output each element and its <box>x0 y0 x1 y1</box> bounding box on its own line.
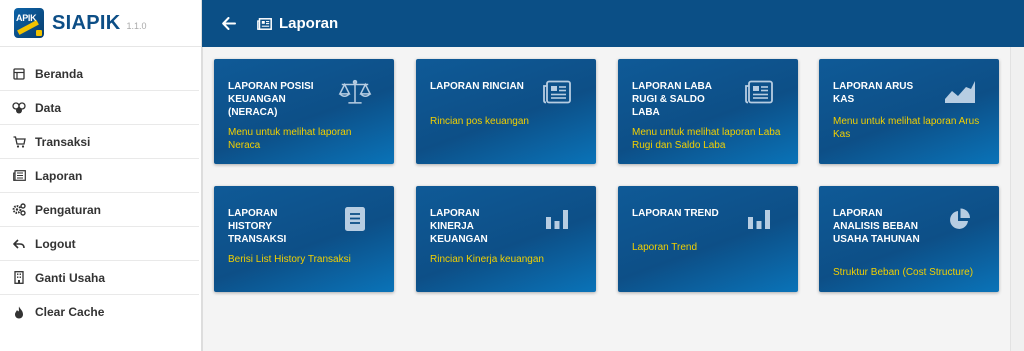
sidebar-item-label: Ganti Usaha <box>35 270 106 285</box>
gears-icon <box>12 203 26 217</box>
app-logo: APIK <box>14 8 44 38</box>
sidebar-item-label: Beranda <box>35 66 84 81</box>
sidebar-item-label: Clear Cache <box>35 305 105 319</box>
card-description: Rincian Kinerja keuangan <box>430 254 544 265</box>
report-card-trend[interactable]: LAPORAN TREND Laporan Trend <box>618 186 798 292</box>
cart-icon <box>12 135 26 149</box>
sidebar-item-clear-cache[interactable]: Clear Cache <box>0 295 199 329</box>
card-description: Menu untuk melihat laporan Arus Kas <box>833 116 980 140</box>
area-chart-icon <box>943 78 977 106</box>
newspaper-icon <box>742 78 776 106</box>
sidebar-item-label: Logout <box>35 236 76 251</box>
sidebar-item-ganti-usaha[interactable]: Ganti Usaha <box>0 261 199 295</box>
logout-icon <box>12 237 26 251</box>
sidebar-item-label: Pengaturan <box>35 202 102 217</box>
sidebar-item-transaksi[interactable]: Transaksi <box>0 125 199 159</box>
card-description: Rincian pos keuangan <box>430 116 529 127</box>
report-card-neraca[interactable]: LAPORAN POSISI KEUANGAN (NERACA) Menu un… <box>214 59 394 164</box>
home-icon <box>12 67 26 81</box>
brand[interactable]: APIK SIAPIK 1.1.0 <box>0 0 201 47</box>
card-title: LAPORAN RINCIAN <box>430 81 524 92</box>
scrollbar[interactable] <box>1010 47 1024 351</box>
logo-dot <box>36 30 42 36</box>
card-title: LAPORAN ARUS KAS <box>833 81 914 105</box>
card-description: Menu untuk melihat laporan Laba Rugi dan… <box>632 127 781 151</box>
card-title: LAPORAN HISTORY TRANSAKSI <box>228 208 287 245</box>
card-title: LAPORAN KINERJA KEUANGAN <box>430 208 488 245</box>
sidebar-item-beranda[interactable]: Beranda <box>0 57 199 91</box>
card-description: Menu untuk melihat laporan Neraca <box>228 127 352 151</box>
sidebar-item-laporan[interactable]: Laporan <box>0 159 199 193</box>
app-version: 1.1.0 <box>126 21 147 31</box>
bar-chart-icon <box>540 205 574 233</box>
sidebar-item-data[interactable]: Data <box>0 91 199 125</box>
document-icon <box>338 205 372 233</box>
sidebar-item-pengaturan[interactable]: Pengaturan <box>0 193 199 227</box>
card-title: LAPORAN LABA RUGI & SALDO LABA <box>632 81 712 118</box>
report-card-rincian[interactable]: LAPORAN RINCIAN Rincian pos keuangan <box>416 59 596 164</box>
main-content: LAPORAN POSISI KEUANGAN (NERACA) Menu un… <box>202 47 1024 351</box>
newspaper-icon <box>540 78 574 106</box>
report-card-arus-kas[interactable]: LAPORAN ARUS KAS Menu untuk melihat lapo… <box>819 59 999 164</box>
sidebar-item-logout[interactable]: Logout <box>0 227 199 261</box>
back-arrow-icon[interactable] <box>219 14 239 34</box>
top-bar: Laporan <box>202 0 1024 47</box>
card-description: Laporan Trend <box>632 242 698 253</box>
report-icon <box>257 16 273 32</box>
report-icon <box>12 169 26 183</box>
card-description: Struktur Beban (Cost Structure) <box>833 267 974 278</box>
report-card-analisis-beban[interactable]: LAPORAN ANALISIS BEBAN USAHA TAHUNAN Str… <box>819 186 999 292</box>
bar-chart-icon <box>742 205 776 233</box>
report-card-kinerja-keuangan[interactable]: LAPORAN KINERJA KEUANGAN Rincian Kinerja… <box>416 186 596 292</box>
fire-icon <box>12 305 26 319</box>
pie-chart-icon <box>943 205 977 233</box>
card-title: LAPORAN POSISI KEUANGAN (NERACA) <box>228 81 314 118</box>
page-title: Laporan <box>279 15 339 32</box>
data-icon <box>12 101 26 115</box>
balance-scale-icon <box>338 78 372 106</box>
sidebar-menu: Beranda Data Transaksi Laporan Pengatura… <box>0 47 201 329</box>
sidebar-item-label: Transaksi <box>35 134 91 149</box>
card-description: Berisi List History Transaksi <box>228 254 351 265</box>
sidebar-item-label: Laporan <box>35 168 83 183</box>
sidebar-item-label: Data <box>35 100 62 115</box>
app-root: APIK SIAPIK 1.1.0 Beranda Data Transaksi… <box>0 0 1024 351</box>
building-icon <box>12 271 26 285</box>
app-name: SIAPIK <box>52 11 121 34</box>
report-card-history-transaksi[interactable]: LAPORAN HISTORY TRANSAKSI Berisi List Hi… <box>214 186 394 292</box>
card-title: LAPORAN ANALISIS BEBAN USAHA TAHUNAN <box>833 208 920 245</box>
sidebar: APIK SIAPIK 1.1.0 Beranda Data Transaksi… <box>0 0 202 351</box>
card-title: LAPORAN TREND <box>632 208 719 219</box>
report-card-laba-rugi[interactable]: LAPORAN LABA RUGI & SALDO LABA Menu untu… <box>618 59 798 164</box>
